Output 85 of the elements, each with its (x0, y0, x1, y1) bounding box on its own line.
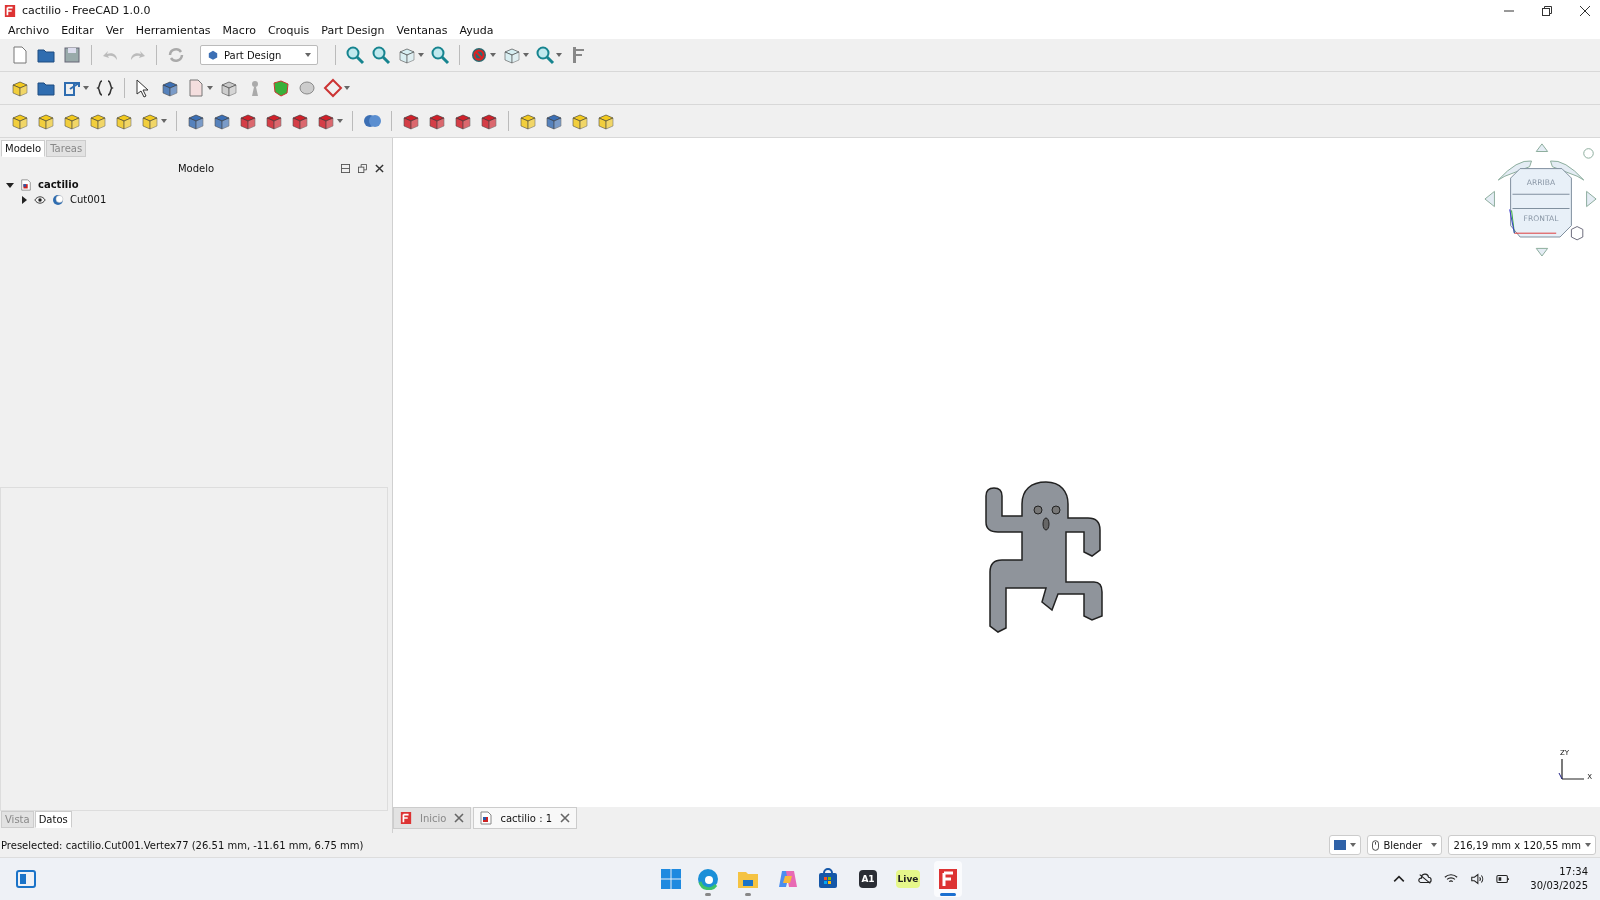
menu-item[interactable]: Ventanas (396, 23, 448, 37)
dimensions-dropdown[interactable]: 216,19 mm x 120,55 mm (1448, 835, 1596, 855)
collapse-icon[interactable] (341, 163, 350, 173)
restore-icon[interactable] (1542, 5, 1552, 16)
menu-item[interactable]: Croquis (267, 23, 310, 37)
start-icon[interactable] (660, 868, 682, 890)
cube-icon[interactable] (264, 111, 284, 131)
clock-time[interactable]: 17:34 (1559, 865, 1588, 879)
cube-icon[interactable] (10, 111, 30, 131)
mouse-icon (1372, 839, 1380, 851)
document-icon (480, 811, 493, 825)
app-icon[interactable]: Live (895, 870, 921, 888)
magnifier-icon[interactable] (430, 45, 450, 65)
close-icon[interactable] (560, 813, 571, 823)
float-icon[interactable] (358, 163, 367, 173)
app-icon[interactable]: A1 (859, 870, 877, 888)
browser-icon[interactable] (697, 868, 719, 890)
cube-icon[interactable] (397, 45, 417, 65)
close-icon[interactable] (1580, 5, 1590, 16)
workbench-dropdown[interactable]: Part Design (200, 45, 318, 65)
expander-icon[interactable] (20, 195, 28, 204)
window-title: cactilio - FreeCAD 1.0.0 (22, 4, 151, 17)
cube-icon[interactable] (596, 111, 616, 131)
cube-icon[interactable] (140, 111, 160, 131)
magnifier-icon[interactable] (535, 45, 555, 65)
cube-icon[interactable] (10, 78, 30, 98)
magnifier-icon[interactable] (345, 45, 365, 65)
cube-icon[interactable] (88, 111, 108, 131)
braces-icon[interactable] (95, 78, 115, 98)
cube-icon[interactable] (479, 111, 499, 131)
cube-icon[interactable] (238, 111, 258, 131)
app-logo-icon (400, 811, 412, 825)
eye-icon[interactable] (34, 193, 46, 206)
tree-item[interactable]: cactilio (38, 179, 79, 190)
menu-item[interactable]: Ver (105, 23, 124, 37)
cube-icon[interactable] (316, 111, 336, 131)
workbench-icon (207, 49, 219, 61)
cube-icon[interactable] (401, 111, 421, 131)
speaker-icon[interactable] (1470, 873, 1485, 885)
cube-icon[interactable] (36, 111, 56, 131)
close-icon[interactable] (375, 163, 384, 173)
menu-item[interactable]: Editar (61, 23, 94, 37)
cube-icon[interactable] (544, 111, 564, 131)
cube-icon[interactable] (518, 111, 538, 131)
app-logo-icon (4, 3, 16, 18)
cube-icon[interactable] (570, 111, 590, 131)
panel-title: Modelo (177, 162, 215, 174)
copilot-icon[interactable] (777, 868, 799, 890)
navigation-style-dropdown[interactable]: Blender (1367, 835, 1443, 855)
menu-item[interactable]: Macro (222, 23, 256, 37)
widgets-icon[interactable] (16, 869, 36, 889)
clock-date[interactable]: 30/03/2025 (1530, 879, 1588, 893)
solid-icon (52, 193, 64, 206)
status-message: Preselected: cactilio.Cut001.Vertex77 (26.51 mm, -11.61 mm, 6.75 mm) (1, 839, 364, 851)
battery-icon[interactable] (1496, 873, 1511, 885)
menu-item[interactable]: Herramientas (135, 23, 211, 37)
cube-icon[interactable] (290, 111, 310, 131)
menu-item[interactable]: Part Design (321, 23, 385, 37)
color-dropdown[interactable] (1329, 835, 1362, 855)
cloud-off-icon[interactable] (1418, 873, 1433, 885)
cube-icon[interactable] (427, 111, 447, 131)
tree-item[interactable]: Cut001 (70, 194, 107, 205)
document-icon (20, 178, 32, 191)
diamond-icon[interactable] (323, 78, 343, 98)
expander-icon[interactable] (6, 180, 14, 189)
cube-icon[interactable] (62, 111, 82, 131)
menu-item[interactable]: Ayuda (459, 23, 494, 37)
wifi-icon[interactable] (1444, 873, 1459, 885)
cube-icon[interactable] (502, 45, 522, 65)
app-logo-icon[interactable] (937, 868, 959, 890)
document-tab[interactable]: cactilio : 1 (473, 807, 578, 829)
panel-tab[interactable]: Modelo (1, 140, 46, 157)
cube-icon[interactable] (212, 111, 232, 131)
prohibited-icon[interactable] (469, 45, 489, 65)
cube-icon[interactable] (160, 78, 180, 98)
store-icon[interactable] (817, 868, 839, 890)
cube-icon[interactable] (186, 111, 206, 131)
cube-icon[interactable] (114, 111, 134, 131)
panel-tab[interactable]: Datos (34, 811, 72, 828)
cube-icon[interactable] (453, 111, 473, 131)
cube-icon[interactable] (219, 78, 239, 98)
shape-icon[interactable] (271, 78, 291, 98)
magnifier-icon[interactable] (371, 45, 391, 65)
menu-item[interactable]: Archivo (8, 23, 50, 37)
caret-icon[interactable] (1392, 873, 1407, 885)
